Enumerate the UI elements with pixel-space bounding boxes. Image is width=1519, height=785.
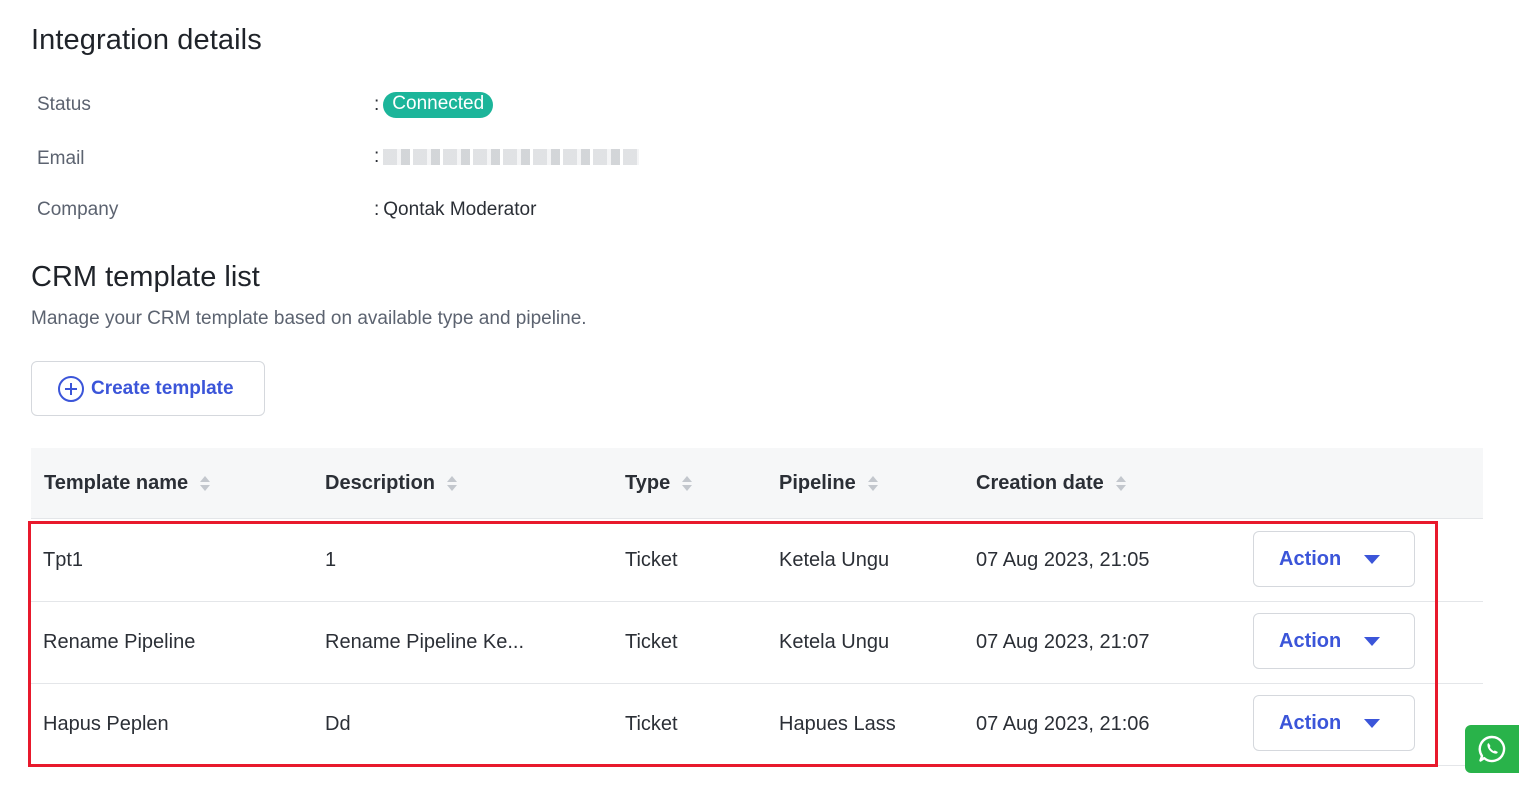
cell-description: Rename Pipeline Ke... — [325, 630, 525, 653]
column-label: Creation date — [976, 471, 1104, 494]
action-dropdown-button[interactable]: Action — [1253, 613, 1415, 669]
column-creation-date[interactable]: Creation date — [976, 448, 1126, 518]
whatsapp-icon — [1478, 735, 1506, 763]
column-template-name[interactable]: Template name — [44, 448, 211, 518]
cell-template-name: Tpt1 — [43, 548, 84, 571]
column-label: Pipeline — [779, 471, 856, 494]
whatsapp-button[interactable] — [1465, 725, 1519, 773]
create-template-label: Create template — [91, 377, 234, 399]
redacted-email — [383, 148, 640, 165]
company-label: Company — [37, 199, 119, 220]
table-row: Hapus Peplen Dd Ticket Hapues Lass 07 Au… — [31, 683, 1483, 766]
action-label: Action — [1279, 711, 1342, 734]
status-badge: Connected — [383, 92, 494, 118]
crm-template-list-title: CRM template list — [31, 261, 260, 293]
sort-icon[interactable] — [200, 475, 211, 491]
status-value: : Connected — [374, 92, 494, 118]
email-label: Email — [37, 148, 85, 169]
cell-creation-date: 07 Aug 2023, 21:05 — [976, 548, 1150, 571]
table-header: Template name Description Type Pipeline … — [31, 448, 1483, 519]
cell-type: Ticket — [625, 548, 678, 571]
cell-type: Ticket — [625, 630, 678, 653]
crm-template-subtitle: Manage your CRM template based on availa… — [31, 308, 587, 329]
email-value: : — [374, 146, 640, 168]
company-value: : Qontak Moderator — [374, 199, 536, 221]
action-label: Action — [1279, 547, 1342, 570]
create-template-button[interactable]: Create template — [31, 361, 265, 416]
action-dropdown-button[interactable]: Action — [1253, 695, 1415, 751]
cell-description: 1 — [325, 548, 337, 571]
cell-pipeline: Ketela Ungu — [779, 548, 890, 571]
integration-details-title: Integration details — [31, 24, 262, 56]
caret-down-icon — [1364, 554, 1381, 564]
cell-template-name: Rename Pipeline — [43, 630, 196, 653]
separator: : — [374, 146, 380, 167]
action-dropdown-button[interactable]: Action — [1253, 531, 1415, 587]
separator: : — [374, 94, 380, 116]
column-pipeline[interactable]: Pipeline — [779, 448, 878, 518]
column-label: Template name — [44, 471, 189, 494]
cell-type: Ticket — [625, 712, 678, 735]
column-label: Type — [625, 471, 671, 494]
caret-down-icon — [1364, 636, 1381, 646]
table-row: Rename Pipeline Rename Pipeline Ke... Ti… — [31, 601, 1483, 684]
sort-icon[interactable] — [1115, 475, 1126, 491]
cell-creation-date: 07 Aug 2023, 21:07 — [976, 630, 1150, 653]
column-description[interactable]: Description — [325, 448, 458, 518]
company-name: Qontak Moderator — [383, 199, 537, 220]
column-type[interactable]: Type — [625, 448, 693, 518]
cell-pipeline: Ketela Ungu — [779, 630, 890, 653]
separator: : — [374, 199, 380, 220]
sort-icon[interactable] — [447, 475, 458, 491]
sort-icon[interactable] — [682, 475, 693, 491]
action-label: Action — [1279, 629, 1342, 652]
cell-template-name: Hapus Peplen — [43, 712, 169, 735]
table-row: Tpt1 1 Ticket Ketela Ungu 07 Aug 2023, 2… — [31, 519, 1483, 602]
cell-creation-date: 07 Aug 2023, 21:06 — [976, 712, 1150, 735]
plus-circle-icon — [58, 375, 84, 402]
cell-description: Dd — [325, 712, 351, 735]
caret-down-icon — [1364, 718, 1381, 728]
sort-icon[interactable] — [867, 475, 878, 491]
column-label: Description — [325, 471, 436, 494]
cell-pipeline: Hapues Lass — [779, 712, 896, 735]
status-label: Status — [37, 94, 91, 115]
